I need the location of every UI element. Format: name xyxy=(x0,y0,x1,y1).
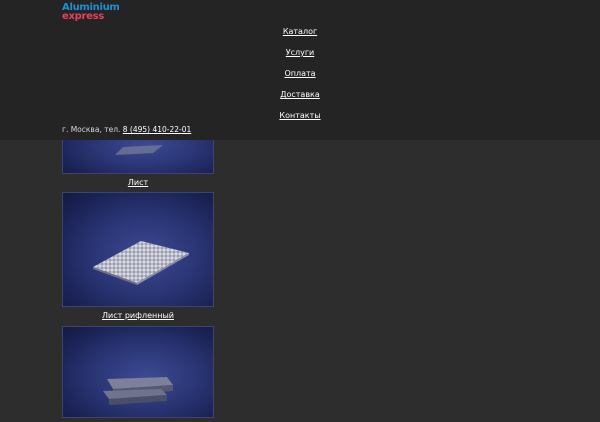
checker-sheet-render xyxy=(93,241,189,285)
product-image-checker-sheet[interactable] xyxy=(62,192,214,307)
phone-link[interactable]: 8 (495) 410-22-01 xyxy=(123,125,192,134)
product-image-plate[interactable] xyxy=(62,326,214,418)
main-nav: Каталог Услуги Оплата Доставка Контакты xyxy=(0,26,600,131)
nav-item-services[interactable]: Услуги xyxy=(0,47,600,68)
product-card-plate[interactable] xyxy=(62,326,214,422)
nav-item-catalog[interactable]: Каталог xyxy=(0,26,600,47)
logo[interactable]: Aluminium express xyxy=(62,3,120,22)
product-caption-sheet[interactable]: Лист xyxy=(62,178,214,187)
product-card-checker-sheet[interactable]: Лист рифленный xyxy=(62,192,214,320)
nav-item-payment[interactable]: Оплата xyxy=(0,68,600,89)
contact-info: г. Москва, тел. 8 (495) 410-22-01 xyxy=(62,125,191,134)
nav-item-delivery[interactable]: Доставка xyxy=(0,89,600,110)
logo-text-express: express xyxy=(62,11,104,22)
contact-city: г. Москва, тел. xyxy=(62,125,121,134)
plate-render xyxy=(103,377,173,405)
site-header: Aluminium express Каталог Услуги Оплата … xyxy=(0,0,600,140)
product-caption-checker-sheet[interactable]: Лист рифленный xyxy=(62,311,214,320)
